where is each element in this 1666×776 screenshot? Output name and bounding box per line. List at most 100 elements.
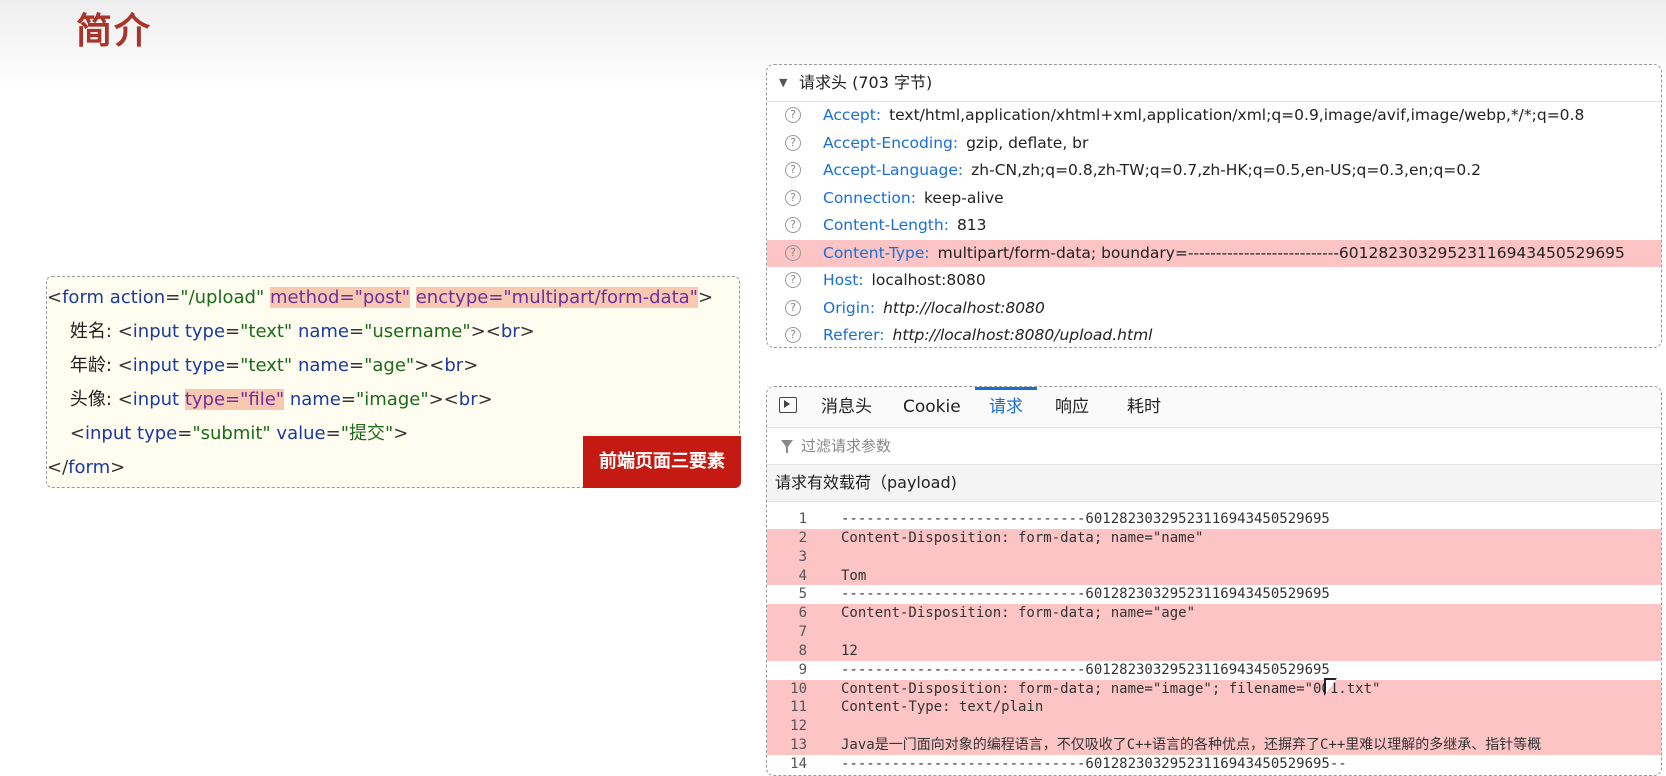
tab-cookie[interactable]: Cookie [903, 387, 961, 427]
code-token: = [165, 287, 181, 308]
collapse-triangle-icon: ▼ [779, 76, 788, 89]
code-token: "提交" [340, 423, 394, 444]
code-token: type [131, 423, 178, 444]
help-icon[interactable]: ? [785, 299, 801, 316]
code-token: = [349, 355, 365, 376]
header-value: multipart/form-data; boundary=----------… [937, 243, 1625, 262]
header-name: Origin [823, 298, 870, 317]
header-row-accept-encoding[interactable]: ? Accept-Encoding: gzip, deflate, br [767, 130, 1661, 158]
code-token: input [132, 321, 180, 342]
header-row-content-length[interactable]: ? Content-Length: 813 [767, 212, 1661, 240]
payload-line: 9 -----------------------------6012823032… [767, 661, 1661, 680]
code-token: form [68, 457, 111, 478]
payload-line: 12 [767, 717, 1661, 737]
code-line-5: <input type="submit" value="提交"> [47, 419, 408, 449]
request-headers-title: 请求头 (703 字节) [799, 73, 933, 92]
help-icon[interactable]: ? [785, 272, 801, 288]
tab-bar: 消息头 Cookie 请求 响应 耗时 [767, 387, 1661, 428]
line-number: 9 [798, 661, 807, 678]
tab-headers[interactable]: 消息头 [821, 387, 872, 427]
code-token: input [132, 355, 180, 376]
header-row-content-type[interactable]: ? Content-Type: multipart/form-data; bound… [767, 239, 1661, 267]
tab-response[interactable]: 响应 [1055, 387, 1089, 427]
code-token: < [47, 287, 63, 308]
request-headers-toggle[interactable]: ▼ 请求头 (703 字节) [767, 65, 1661, 102]
code-token: > [519, 321, 535, 342]
payload-text: -----------------------------60128230329… [841, 511, 1330, 527]
payload-line: 3 [767, 547, 1661, 567]
header-name: Connection [823, 188, 911, 207]
header-row-accept-language[interactable]: ? Accept-Language: zh-CN,zh;q=0.8,zh-TW;q=… [767, 157, 1661, 185]
tab-request[interactable]: 请求 [975, 387, 1037, 427]
line-number: 10 [790, 680, 807, 697]
header-value: 813 [956, 216, 987, 234]
header-row-host[interactable]: ? Host: localhost:8080 [767, 267, 1661, 295]
payload-line: 5 -----------------------------6012823032… [767, 585, 1661, 604]
code-token: value [270, 423, 326, 444]
payload-text: Content-Type: text/plain [841, 699, 1044, 716]
highlight-box: method="post" [269, 287, 410, 308]
code-token: 头像: [47, 389, 118, 410]
filter-request-params[interactable]: 过滤请求参数 [767, 428, 1661, 465]
line-number: 5 [798, 586, 807, 603]
help-icon[interactable]: ? [785, 189, 801, 206]
code-token: action [104, 287, 166, 308]
payload-section-title[interactable]: 请求有效载荷（payload) [767, 465, 1661, 502]
payload-code-area[interactable]: 1 -----------------------------6012823032… [767, 510, 1661, 774]
request-headers-panel: ▼ 请求头 (703 字节) ? Accept: text/html,applica… [766, 64, 1662, 348]
line-number: 4 [798, 567, 807, 584]
header-colon: : [957, 161, 964, 179]
line-number: 3 [798, 548, 807, 565]
line-number: 6 [798, 605, 807, 622]
code-token: = [225, 355, 241, 376]
help-icon[interactable]: ? [785, 217, 801, 233]
header-row-origin[interactable]: ? Origin: http://localhost:8080 [767, 295, 1661, 323]
header-row-accept[interactable]: ? Accept: text/html,application/xhtml+xml,… [767, 102, 1661, 130]
header-name: Content-Type [823, 243, 925, 262]
code-line-1: <form action="/upload" method="post" enc… [47, 283, 713, 313]
help-icon[interactable]: ? [785, 107, 801, 123]
header-colon: : [875, 106, 882, 124]
code-token: > [393, 423, 409, 444]
help-icon[interactable]: ? [785, 244, 801, 261]
line-number: 2 [798, 529, 807, 546]
code-token: = [225, 321, 241, 342]
tab-timings[interactable]: 耗时 [1127, 387, 1161, 427]
code-token: "text" [240, 355, 293, 376]
code-token: "age" [364, 355, 415, 376]
code-token: </ [47, 457, 69, 478]
toggle-sidebar-icon[interactable] [779, 397, 797, 413]
header-value: http://localhost:8080 [883, 298, 1045, 317]
code-token: > [477, 389, 493, 410]
code-token: >< [414, 355, 445, 376]
help-icon[interactable]: ? [785, 162, 801, 178]
filter-placeholder: 过滤请求参数 [801, 437, 892, 455]
header-name: Referer [823, 326, 880, 344]
payload-text: Content-Disposition: form-data; name="ag… [841, 605, 1196, 622]
payload-text: Java是一门面向对象的编程语言，不仅吸收了C++语言的各种优点，还摒弃了C++… [841, 737, 1542, 754]
code-highlight: method="post" [269, 287, 410, 308]
code-token: = [325, 423, 341, 444]
code-token: br [458, 389, 478, 410]
filter-icon [781, 440, 793, 453]
line-number: 7 [798, 624, 807, 641]
line-number: 14 [790, 755, 807, 772]
header-row-connection[interactable]: ? Connection: keep-alive [767, 185, 1661, 213]
help-icon[interactable]: ? [785, 327, 801, 343]
request-panel: 消息头 Cookie 请求 响应 耗时 过滤请求参数 请求有效载荷（payloa… [766, 386, 1662, 776]
header-colon: : [858, 271, 864, 289]
header-row-referer[interactable]: ? Referer: http://localhost:8080/upload.ht… [767, 322, 1661, 347]
payload-text: Tom [841, 567, 867, 584]
header-colon: : [943, 216, 949, 234]
line-number: 8 [798, 642, 807, 659]
code-token: "submit" [192, 423, 271, 444]
frontend-three-elements-badge: 前端页面三要素 [583, 436, 741, 488]
code-token: name [292, 355, 349, 376]
header-name: Accept [823, 106, 876, 124]
code-token: = [177, 423, 193, 444]
help-icon[interactable]: ? [785, 134, 801, 151]
line-number: 11 [790, 699, 807, 716]
header-colon: : [952, 133, 959, 152]
payload-text: -----------------------------60128230329… [841, 755, 1347, 772]
code-token: >< [470, 321, 501, 342]
